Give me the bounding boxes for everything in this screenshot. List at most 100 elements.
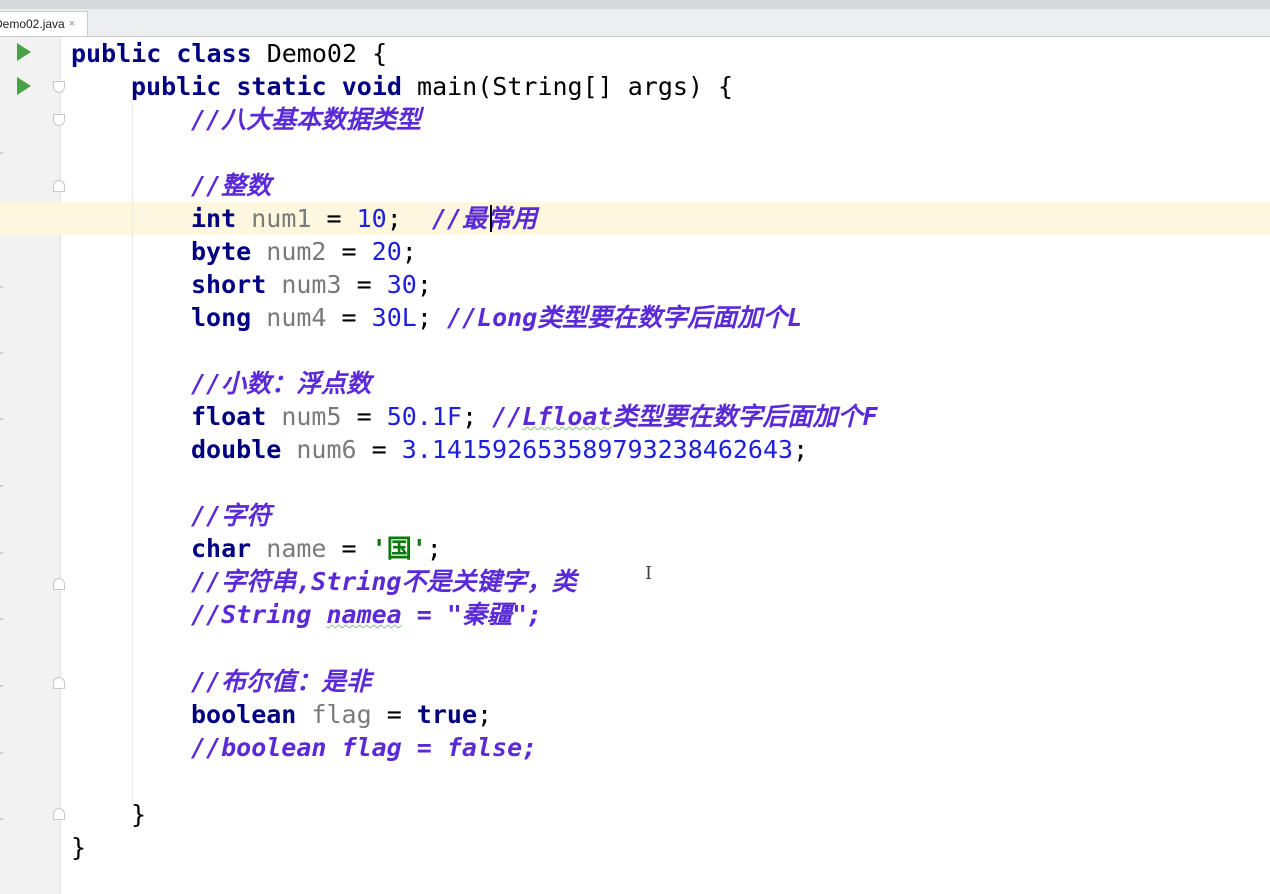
operator: = [311,204,357,233]
brace: } [131,800,147,829]
code-line-15: //字符 [191,499,271,532]
method-signature: main(String[] args) { [417,72,734,101]
tab-demo02-java[interactable]: Demo02.java × [0,11,88,36]
code-line-11: //小数：浮点数 [191,367,371,400]
type-keyword: byte [191,237,252,266]
comment: //字符 [191,501,272,530]
operator: = [326,534,372,563]
fold-bool-comment-icon[interactable] [53,677,65,689]
tab-bar-background [0,0,1270,9]
semicolon: ; [386,204,402,233]
comment-text: = "秦疆"; [401,600,543,629]
fold-comment-end-icon[interactable] [53,180,65,192]
type-keyword: boolean [191,700,297,729]
brace: { [372,39,388,68]
comment: //整数 [191,171,272,200]
number-literal: 30 [386,270,417,299]
code-line-22: //boolean flag = false; [191,731,537,764]
semicolon: ; [426,534,442,563]
tab-close-icon[interactable]: × [69,18,75,30]
keyword: void [341,72,402,101]
variable: num4 [266,303,327,332]
variable: name [266,534,327,563]
semicolon: ; [416,303,432,332]
variable: num5 [281,402,342,431]
indent-guide [132,104,133,804]
code-line-9: long num4 = 30L; //Long类型要在数字后面加个L [191,301,802,334]
semicolon: ; [401,237,417,266]
fold-main-end-icon[interactable] [53,808,65,820]
comment: //Lfloat类型要在数字后面加个F [492,402,877,431]
boolean-literal: true [416,700,478,729]
text-caret [490,205,492,232]
comment: //String namea = "秦疆"; [191,600,542,629]
type-keyword: long [191,303,252,332]
comment-prefix: // [492,402,523,431]
keyword: public [71,39,162,68]
typo-word: namea [326,600,402,629]
operator: = [341,270,387,299]
code-line-3: //八大基本数据类型 [191,103,421,136]
typo-word: Lfloat [522,402,613,431]
code-line-16: char name = '国'; [191,532,442,565]
editor-gutter [0,37,61,894]
code-line-25: } [71,831,86,864]
type-keyword: short [191,270,267,299]
operator: = [326,237,372,266]
code-line-18: //String namea = "秦疆"; [191,598,542,631]
code-line-6: int num1 = 10; //最常用 [191,202,537,235]
keyword: public [131,72,222,101]
number-literal: 10 [356,204,387,233]
comment: //Long类型要在数字后面加个L [446,303,803,332]
variable: flag [311,700,372,729]
semicolon: ; [416,270,432,299]
operator: = [326,303,372,332]
semicolon: ; [793,435,809,464]
code-line-21: boolean flag = true; [191,698,492,731]
editor-tab-bar: Demo02.java × [0,0,1270,37]
variable: num3 [281,270,342,299]
operator: = [356,435,402,464]
tab-label: Demo02.java [0,17,65,31]
run-main-icon[interactable] [17,77,31,95]
type-keyword: double [191,435,282,464]
code-line-24: } [131,798,146,831]
comment-prefix: //String [191,600,327,629]
semicolon: ; [477,700,493,729]
fold-string-comment-icon[interactable] [53,578,65,590]
comment: //最常用 [431,204,537,233]
variable: num6 [296,435,357,464]
number-literal: 50.1F [386,402,462,431]
gutter-markers [0,40,3,880]
code-line-17: //字符串,String不是关键字，类 [191,565,576,598]
char-literal: '国' [371,534,427,563]
code-line-5: //整数 [191,169,271,202]
brace: } [71,833,87,862]
class-name: Demo02 [266,39,358,68]
code-line-20: //布尔值：是非 [191,665,371,698]
comment-text: 类型要在数字后面加个F [612,402,878,431]
semicolon: ; [461,402,478,431]
variable: num2 [266,237,327,266]
code-line-7: byte num2 = 20; [191,235,417,268]
code-line-2: public static void main(String[] args) { [131,70,733,103]
code-line-1: public class Demo02 { [71,37,387,70]
number-literal: 3.141592653589793238462643 [401,435,794,464]
fold-main-icon[interactable] [53,81,65,93]
run-class-icon[interactable] [17,43,31,61]
keyword: static [236,72,327,101]
operator: = [371,700,417,729]
mouse-ibeam-cursor: I [645,563,653,584]
number-literal: 30L [371,303,417,332]
comment: //小数：浮点数 [191,369,372,398]
comment: //字符串,String不是关键字，类 [191,567,577,596]
fold-comment-icon[interactable] [53,114,65,126]
type-keyword: float [191,402,267,431]
type-keyword: int [191,204,237,233]
variable: num1 [251,204,312,233]
code-line-8: short num3 = 30; [191,268,432,301]
comment: //boolean flag = false; [191,733,538,762]
number-literal: 20 [371,237,402,266]
keyword: class [176,39,252,68]
type-keyword: char [191,534,252,563]
